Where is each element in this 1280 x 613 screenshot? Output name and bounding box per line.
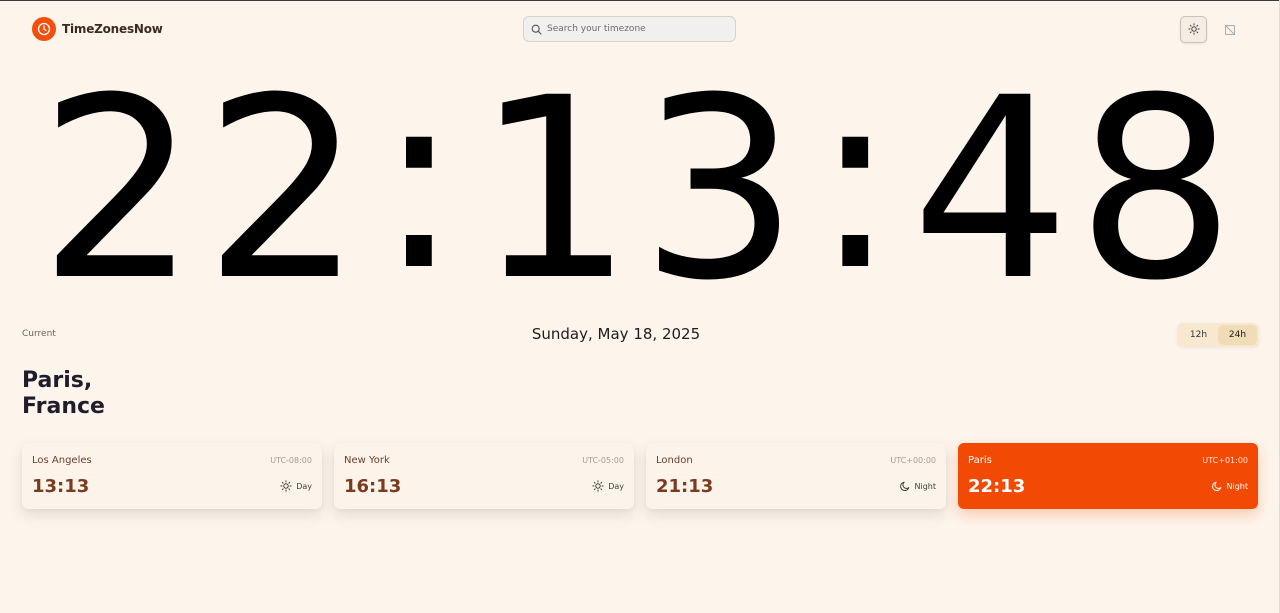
time-format-toggle: 12h 24h (1177, 323, 1259, 347)
card-period-label: Night (914, 481, 937, 491)
current-location: Paris, France (22, 368, 105, 420)
timezone-card-los-angeles[interactable]: Los Angeles UTC-08:00 13:13 Day (22, 443, 322, 509)
card-utc-offset: UTC+01:00 (1202, 456, 1248, 465)
card-period-label: Day (296, 481, 312, 491)
fullscreen-toggle-button[interactable] (1220, 20, 1240, 40)
card-utc-offset: UTC-08:00 (270, 456, 312, 465)
location-city: Paris, (22, 368, 93, 393)
card-period: Night (1211, 480, 1249, 492)
window-top-border (0, 0, 1280, 1)
brand[interactable]: TimeZonesNow (32, 17, 163, 41)
card-time: 16:13 (344, 476, 402, 497)
card-period-label: Night (1226, 481, 1249, 491)
theme-toggle-button[interactable] (1180, 16, 1207, 43)
card-city: Paris (968, 455, 992, 466)
location-country: France (22, 394, 105, 419)
clock-seconds: 48 (911, 44, 1242, 335)
timezone-card-new-york[interactable]: New York UTC-05:00 16:13 Day (334, 443, 634, 509)
clock-logo-icon (32, 17, 56, 41)
card-period: Day (280, 480, 312, 492)
brand-name: TimeZonesNow (62, 22, 163, 36)
search-input[interactable] (547, 24, 727, 34)
moon-icon (1211, 481, 1221, 492)
search-icon (531, 20, 542, 39)
card-city: London (656, 455, 693, 466)
current-date: Sunday, May 18, 2025 (531, 325, 701, 343)
card-time: 13:13 (32, 476, 90, 497)
sun-icon (280, 480, 292, 492)
clock-separator: : (813, 34, 904, 325)
card-time: 21:13 (656, 476, 714, 497)
clock-hours: 22 (38, 44, 369, 335)
main-clock: 22 : 13 : 48 (0, 55, 1280, 315)
card-city: Los Angeles (32, 455, 92, 466)
card-period: Day (592, 480, 624, 492)
timezone-cards: Los Angeles UTC-08:00 13:13 Day New York… (22, 443, 1258, 509)
sun-icon (592, 480, 604, 492)
moon-icon (899, 481, 909, 492)
card-city: New York (344, 455, 390, 466)
card-utc-offset: UTC+00:00 (890, 456, 936, 465)
search-box[interactable] (523, 16, 736, 42)
card-utc-offset: UTC-05:00 (582, 456, 624, 465)
format-12h-option[interactable]: 12h (1179, 325, 1218, 345)
card-period-label: Day (608, 481, 624, 491)
clock-separator: : (376, 34, 467, 325)
card-period: Night (899, 480, 937, 492)
clock-minutes: 13 (474, 44, 806, 335)
format-24h-option[interactable]: 24h (1218, 325, 1257, 345)
timezone-card-london[interactable]: London UTC+00:00 21:13 Night (646, 443, 946, 509)
timezone-card-paris[interactable]: Paris UTC+01:00 22:13 Night (958, 443, 1258, 509)
fullscreen-off-icon (1224, 21, 1236, 40)
card-time: 22:13 (968, 476, 1026, 497)
sun-icon (1187, 20, 1200, 39)
